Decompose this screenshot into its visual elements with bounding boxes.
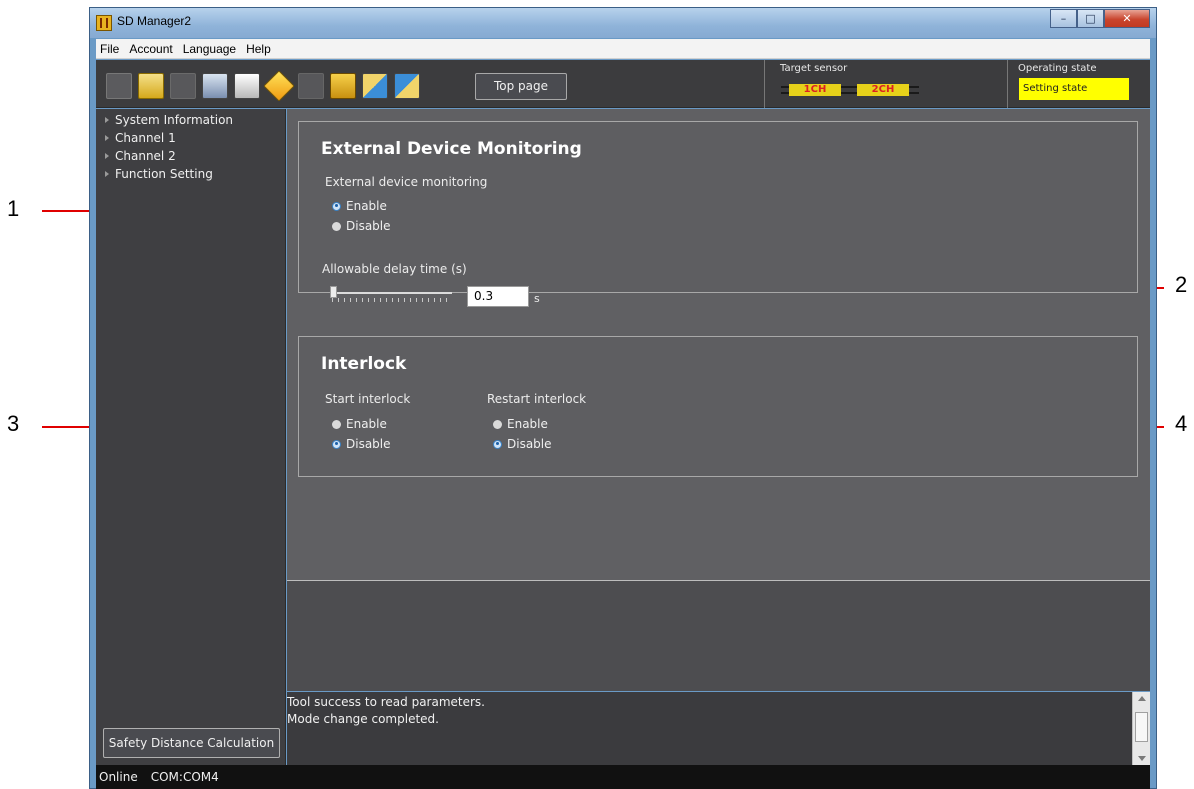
disabled-device-icon[interactable] [170,73,196,99]
radio-unselected-icon [493,419,502,429]
save-icon[interactable] [202,73,228,99]
transfer-icon[interactable] [263,70,295,102]
title-bar[interactable]: SD Manager2 – □ ✕ [90,8,1156,38]
settings-content: External Device Monitoring External devi… [287,109,1150,581]
radio-unselected-icon [332,221,341,231]
scroll-up-icon[interactable] [1138,696,1146,701]
log-scrollbar[interactable] [1132,692,1150,765]
callout-4: 4 [1175,411,1188,436]
status-bar: Online COM:COM4 [96,765,1150,789]
callout-1: 1 [7,196,20,221]
sensor-ch2[interactable]: 2CH [857,84,909,96]
start-interlock-enable-radio[interactable]: Enable [332,417,387,431]
delay-slider-track[interactable] [332,292,452,294]
expand-arrow-icon [105,153,109,159]
target-sensor-panel: Target sensor 1CH 2CH [764,60,1008,108]
radio-selected-icon [332,439,341,449]
expand-arrow-icon [105,171,109,177]
print-icon[interactable] [234,73,260,99]
toolbar: Top page Target sensor 1CH 2CH Operating… [96,60,1150,108]
folder-open-icon[interactable] [138,73,164,99]
menu-file[interactable]: File [96,42,125,56]
log-line: Mode change completed. [287,712,439,726]
delay-time-input[interactable]: 0.3 [467,286,529,307]
restart-interlock-label: Restart interlock [487,392,587,406]
tree-item-function-setting[interactable]: Function Setting [96,165,213,183]
key-icon[interactable] [298,73,324,99]
edm-title: External Device Monitoring [321,139,582,159]
interlock-group: Interlock Start interlock Restart interl… [298,336,1138,477]
menu-language[interactable]: Language [179,42,242,56]
minimize-button[interactable]: – [1050,9,1077,28]
operating-state-value: Setting state [1019,78,1129,100]
tree-item-channel-1[interactable]: Channel 1 [96,129,176,147]
scroll-down-icon[interactable] [1138,756,1146,761]
edm-enable-radio[interactable]: Enable [332,199,387,213]
delay-slider-thumb[interactable] [330,286,337,298]
expand-arrow-icon [105,135,109,141]
tree-item-system-information[interactable]: System Information [96,111,233,129]
main-area: External Device Monitoring External devi… [287,109,1150,691]
maximize-button[interactable]: □ [1077,9,1104,28]
menu-bar: File Account Language Help [96,39,1150,59]
callout-3: 3 [7,411,20,436]
connection-status: Online [99,770,138,784]
edm-monitoring-label: External device monitoring [325,175,488,189]
tree-item-channel-2[interactable]: Channel 2 [96,147,176,165]
navigation-tree-panel: System Information Channel 1 Channel 2 F… [96,109,286,765]
top-page-button[interactable]: Top page [475,73,567,100]
safety-distance-calculation-button[interactable]: Safety Distance Calculation [103,728,280,758]
callout-2: 2 [1175,272,1188,297]
operating-state-label: Operating state [1018,63,1097,74]
restart-interlock-enable-radio[interactable]: Enable [493,417,548,431]
log-panel: Tool success to read parameters. Mode ch… [287,692,1150,765]
close-button[interactable]: ✕ [1104,9,1150,28]
port-status: COM:COM4 [150,770,219,784]
target-sensor-strip: 1CH 2CH [781,84,919,96]
target-sensor-label: Target sensor [780,63,848,74]
interlock-title: Interlock [321,354,407,374]
expand-arrow-icon [105,117,109,123]
radio-unselected-icon [332,419,341,429]
log-line: Tool success to read parameters. [287,695,485,709]
start-interlock-disable-radio[interactable]: Disable [332,437,391,451]
edm-disable-radio[interactable]: Disable [332,219,391,233]
app-window: SD Manager2 – □ ✕ File Account Language … [89,7,1157,789]
sensor-ch1[interactable]: 1CH [789,84,841,96]
menu-account[interactable]: Account [125,42,178,56]
delay-slider-ticks [332,298,452,302]
scroll-thumb[interactable] [1135,712,1148,742]
start-interlock-label: Start interlock [325,392,411,406]
menu-help[interactable]: Help [242,42,277,56]
radio-selected-icon [332,201,341,211]
radio-selected-icon [493,439,502,449]
delay-unit-label: s [534,292,540,305]
external-device-monitoring-group: External Device Monitoring External devi… [298,121,1138,307]
delay-time-label: Allowable delay time (s) [322,262,467,276]
import-icon[interactable] [362,73,388,99]
app-icon [96,15,112,31]
lock-icon[interactable] [330,73,356,99]
window-title: SD Manager2 [117,14,192,28]
export-icon[interactable] [394,73,420,99]
restart-interlock-disable-radio[interactable]: Disable [493,437,552,451]
device-icon[interactable] [106,73,132,99]
